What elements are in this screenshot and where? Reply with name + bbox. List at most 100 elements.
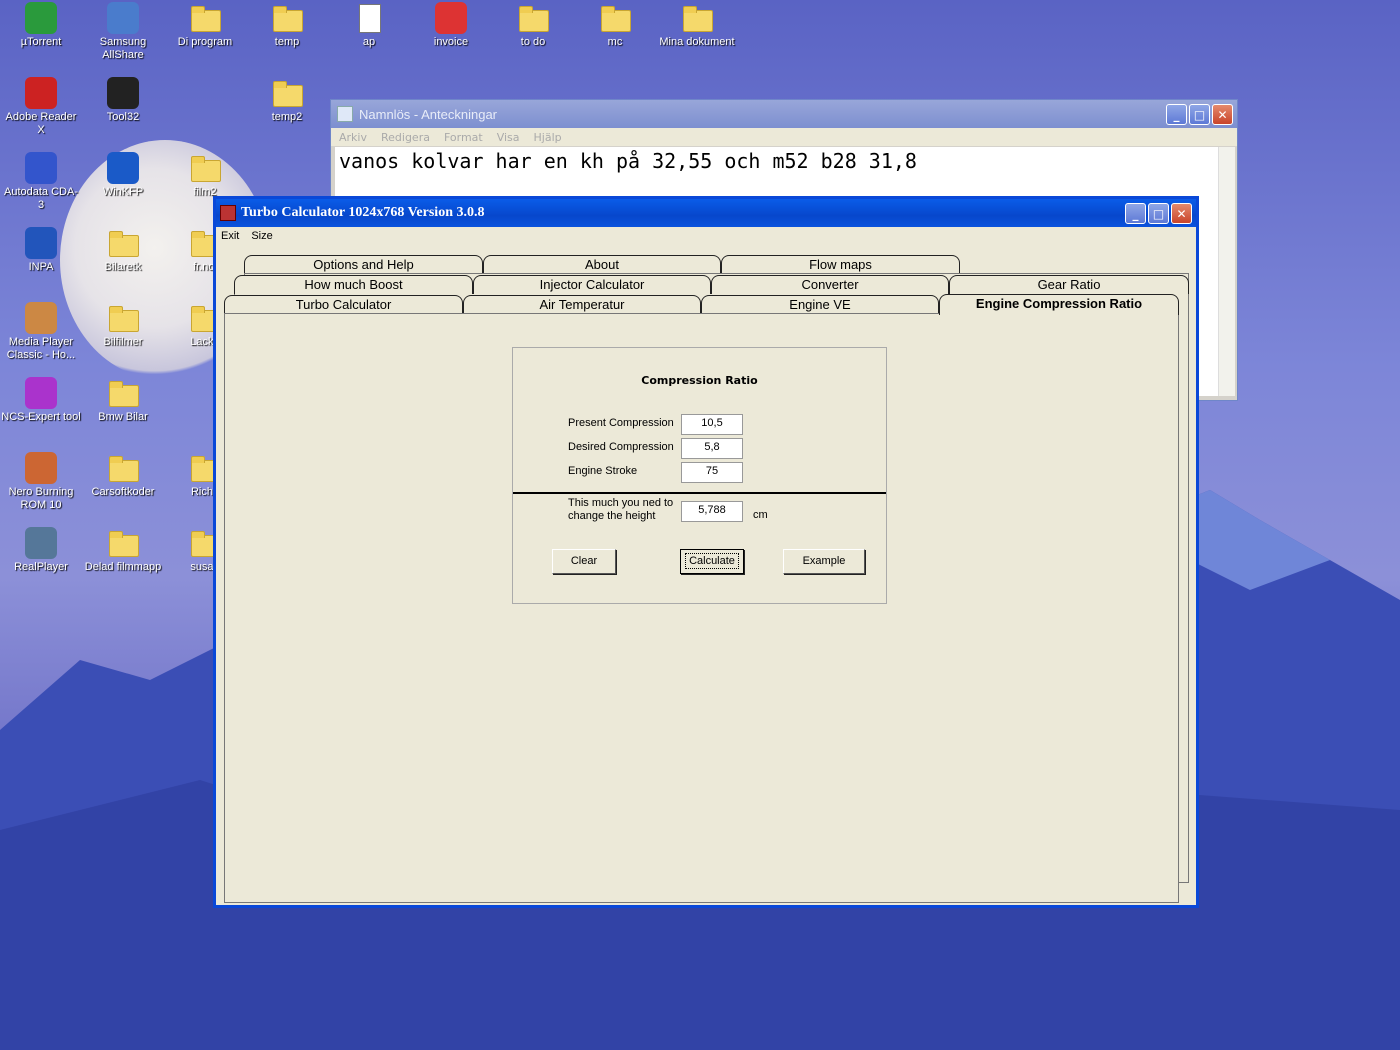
desktop-icon[interactable]: Adobe Reader X [1, 77, 81, 137]
desired-compression-field[interactable]: 5,8 [681, 438, 743, 459]
example-button[interactable]: Example [783, 549, 865, 574]
tab-flow-maps[interactable]: Flow maps [721, 255, 960, 274]
application-icon [435, 2, 467, 34]
unit-label: cm [753, 509, 768, 521]
desktop-icon[interactable]: ap [329, 2, 409, 49]
turbo-titlebar[interactable]: Turbo Calculator 1024x768 Version 3.0.8 [216, 199, 1196, 227]
application-icon [107, 77, 139, 109]
desired-compression-label: Desired Compression [568, 441, 674, 453]
engine-stroke-label: Engine Stroke [568, 465, 638, 477]
result-label-line2: change the height [568, 510, 656, 522]
tab-how-much-boost[interactable]: How much Boost [234, 275, 473, 294]
notepad-titlebar[interactable]: Namnlös - Anteckningar [331, 100, 1237, 128]
tab-engine-ve[interactable]: Engine VE [701, 295, 939, 314]
desktop-icon[interactable]: INPA [1, 227, 81, 274]
folder-icon [107, 452, 139, 484]
notepad-title: Namnlös - Anteckningar [359, 106, 498, 122]
minimize-icon[interactable]: _ [1125, 203, 1146, 224]
tab-about[interactable]: About [483, 255, 721, 274]
desktop-icon-label: Autodata CDA-3 [4, 186, 78, 211]
minimize-icon[interactable]: _ [1166, 104, 1187, 125]
close-icon[interactable]: ✕ [1212, 104, 1233, 125]
desktop-icon[interactable]: Carsoftkoder [83, 452, 163, 499]
desktop-icon[interactable]: µTorrent [1, 2, 81, 49]
tab-injector-calculator[interactable]: Injector Calculator [473, 275, 711, 294]
desktop-icon[interactable]: Di program [165, 2, 245, 49]
maximize-icon[interactable]: □ [1148, 203, 1169, 224]
application-icon [107, 152, 139, 184]
desktop-icon[interactable]: temp2 [247, 77, 327, 124]
desktop-icon[interactable]: RealPlayer [1, 527, 81, 574]
tab-turbo-calculator[interactable]: Turbo Calculator [224, 295, 463, 314]
clear-button[interactable]: Clear [552, 549, 616, 574]
desktop-icon[interactable]: mc [575, 2, 655, 49]
maximize-icon[interactable]: □ [1189, 104, 1210, 125]
desktop-icon-label: INPA [28, 261, 54, 273]
desktop-icon-label: Bmw Bilar [98, 411, 148, 423]
tab-gear-ratio[interactable]: Gear Ratio [949, 275, 1189, 294]
desktop-icon[interactable]: Nero Burning ROM 10 [1, 452, 81, 512]
application-icon [25, 452, 57, 484]
folder-icon [271, 77, 303, 109]
tab-engine-compression-ratio[interactable]: Engine Compression Ratio [939, 294, 1179, 315]
desktop-icon-label: Nero Burning ROM 10 [8, 486, 74, 511]
desktop-icon[interactable]: Bilaretk [83, 227, 163, 274]
desktop-icon[interactable]: Bmw Bilar [83, 377, 163, 424]
menu-redigera[interactable]: Redigera [381, 131, 430, 144]
desktop-icon-label: Bilfilmer [103, 336, 143, 348]
calculate-button-label: Calculate [685, 553, 739, 569]
compression-ratio-panel: Compression Ratio Present Compression 10… [224, 313, 1179, 903]
menu-size[interactable]: Size [251, 230, 272, 242]
notepad-scrollbar[interactable] [1218, 147, 1235, 396]
application-icon [25, 152, 57, 184]
notepad-text: vanos kolvar har en kh på 32,55 och m52 … [339, 149, 917, 173]
desktop-icon[interactable]: Delad filmmapp [83, 527, 163, 574]
desktop-icon[interactable]: invoice [411, 2, 491, 49]
desktop-icon[interactable]: temp [247, 2, 327, 49]
folder-icon [189, 152, 221, 184]
menu-hjalp[interactable]: Hjälp [534, 131, 562, 144]
desktop-icon[interactable]: Mina dokument [657, 2, 737, 49]
desktop-icon-label: Bilaretk [104, 261, 142, 273]
desktop-icon[interactable]: Samsung AllShare [83, 2, 163, 62]
desktop-icon-label: invoice [433, 36, 469, 48]
tab-converter[interactable]: Converter [711, 275, 949, 294]
application-icon [25, 302, 57, 334]
desktop-icon[interactable]: Bilfilmer [83, 302, 163, 349]
group-title: Compression Ratio [641, 374, 758, 387]
desktop-icon[interactable]: Tool32 [83, 77, 163, 124]
desktop-icon[interactable]: to do [493, 2, 573, 49]
present-compression-field[interactable]: 10,5 [681, 414, 743, 435]
tab-options-and-help[interactable]: Options and Help [244, 255, 483, 274]
desktop-icon[interactable]: Media Player Classic - Ho... [1, 302, 81, 362]
desktop-icon-label: to do [520, 36, 546, 48]
folder-icon [107, 527, 139, 559]
result-label-line1: This much you ned to [568, 497, 674, 509]
menu-arkiv[interactable]: Arkiv [339, 131, 367, 144]
engine-stroke-field[interactable]: 75 [681, 462, 743, 483]
menu-exit[interactable]: Exit [221, 230, 239, 242]
desktop-icon-label: RealPlayer [14, 561, 68, 573]
folder-icon [681, 2, 713, 34]
tab-air-temperatur[interactable]: Air Temperatur [463, 295, 701, 314]
close-icon[interactable]: ✕ [1171, 203, 1192, 224]
desktop-icon[interactable]: Autodata CDA-3 [1, 152, 81, 212]
result-height-field[interactable]: 5,788 [681, 501, 743, 522]
folder-icon [271, 2, 303, 34]
present-compression-label: Present Compression [568, 417, 674, 429]
menu-format[interactable]: Format [444, 131, 483, 144]
turbo-menubar: Exit Size [216, 227, 1196, 245]
application-icon [25, 377, 57, 409]
desktop-icon[interactable]: WinKFP [83, 152, 163, 199]
turbo-window-controls: _ □ ✕ [1125, 203, 1192, 224]
desktop-icon-label: WinKFP [102, 186, 144, 198]
menu-visa[interactable]: Visa [497, 131, 520, 144]
folder-icon [599, 2, 631, 34]
application-icon [25, 2, 57, 34]
example-button-label: Example [802, 555, 846, 567]
turbo-calculator-window[interactable]: Turbo Calculator 1024x768 Version 3.0.8 … [213, 196, 1199, 908]
turbo-title: Turbo Calculator 1024x768 Version 3.0.8 [241, 205, 485, 220]
calculate-button[interactable]: Calculate [680, 549, 744, 574]
desktop-icon[interactable]: film2 [165, 152, 245, 199]
desktop-icon[interactable]: NCS-Expert tool [1, 377, 81, 424]
